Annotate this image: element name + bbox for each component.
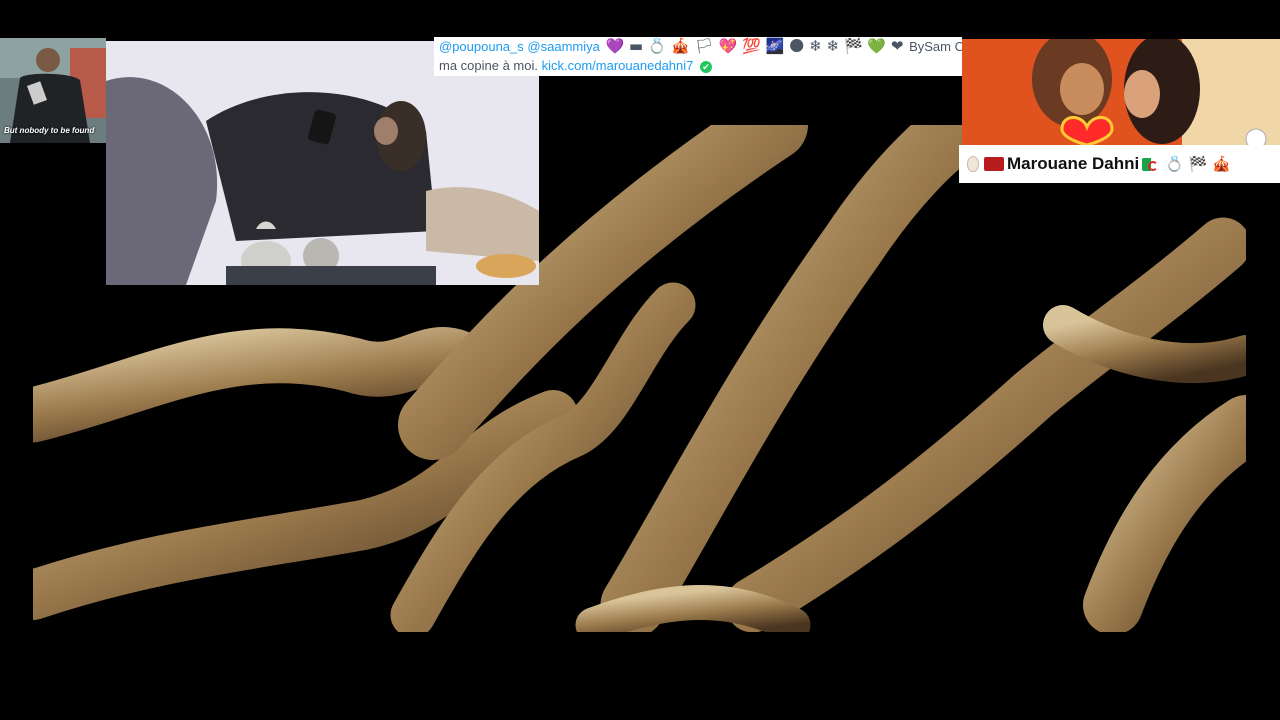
webcam-feed <box>106 41 539 285</box>
flag-icon-morocco <box>984 157 1004 171</box>
tweet-line-2: ma copine à moi. kick.com/marouanedahni7… <box>439 56 962 75</box>
egg-icon <box>967 156 979 172</box>
tweet-banner: @poupouna_s @saammiya 💜 ▬ 💍 🎪 🏳 💖 💯 🌌 🌑 … <box>434 37 962 76</box>
trail-emojis: 💍 🏁 🎪 <box>1165 155 1231 173</box>
mention-link-2[interactable]: @saammiya <box>527 39 599 54</box>
kick-link[interactable]: kick.com/marouanedahni7 <box>542 58 694 73</box>
tweet-suffix: BySam C <box>909 39 962 54</box>
couple-image <box>962 39 1280 145</box>
emoji-string: 💜 ▬ 💍 🎪 🏳 💖 💯 🌌 🌑 ❄ ❄ 🏁 💚 ❤ <box>605 37 904 55</box>
streamer-name: Marouane Dahni <box>1007 154 1140 173</box>
flag-icon-algeria <box>1142 157 1161 171</box>
name-banner: Marouane Dahni 💍 🏁 🎪 <box>959 145 1280 183</box>
verified-icon: ✔ <box>700 60 712 73</box>
tweet-line-1: @poupouna_s @saammiya 💜 ▬ 💍 🎪 🏳 💖 💯 🌌 🌑 … <box>439 37 962 56</box>
thumbnail-music-video[interactable]: But nobody to be found <box>0 38 106 143</box>
mention-link-1[interactable]: @poupouna_s <box>439 39 524 54</box>
tweet-text: ma copine à moi. <box>439 58 538 73</box>
thumbnail-caption: But nobody to be found <box>4 126 95 135</box>
